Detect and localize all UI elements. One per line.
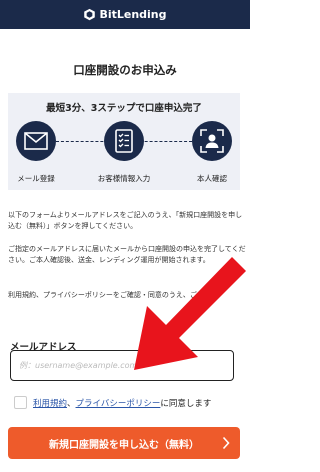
face-id-icon (200, 129, 224, 153)
step-2-label: お客様情報入力 (97, 174, 151, 183)
step-3-badge (192, 121, 232, 161)
step-1-badge (16, 121, 56, 161)
mail-icon (24, 132, 48, 150)
agreement-separator: 、 (67, 398, 76, 409)
privacy-policy-link[interactable]: プライバシーポリシー (76, 399, 161, 409)
submit-label: 新規口座開設を申し込む（無料） (49, 439, 199, 451)
brand-logo[interactable]: BitLending (83, 8, 167, 21)
agree-checkbox[interactable] (14, 396, 27, 409)
red-arrow-annotation (134, 257, 246, 370)
app-header: BitLending (0, 0, 250, 29)
page-title: 口座開設のお申込み (73, 63, 177, 77)
agreement-suffix: に同意します (160, 398, 212, 409)
steps-panel: 最短3分、3ステップで口座申込完了 メール登録 お客様情報入力 本人確認 (8, 93, 240, 190)
brand-name: BitLending (99, 8, 167, 21)
agreement-text: 利用規約、プライバシーポリシーに同意します (33, 397, 211, 409)
bitlending-logo-icon (84, 8, 96, 21)
instruction-paragraph: 以下のフォームよりメールアドレスをご記入のうえ、「新規口座開設を申し込む（無料）… (8, 211, 243, 230)
submit-button[interactable]: 新規口座開設を申し込む（無料） (8, 427, 240, 459)
steps-title: 最短3分、3ステップで口座申込完了 (46, 103, 202, 114)
step-3-label: 本人確認 (197, 174, 227, 183)
agreement-row: 利用規約、プライバシーポリシーに同意します (14, 396, 211, 409)
document-checklist-icon (115, 129, 133, 153)
step-1-label: メール登録 (17, 174, 55, 183)
chevron-right-icon (222, 436, 230, 450)
step-2-badge (104, 121, 144, 161)
terms-link[interactable]: 利用規約 (33, 399, 67, 409)
